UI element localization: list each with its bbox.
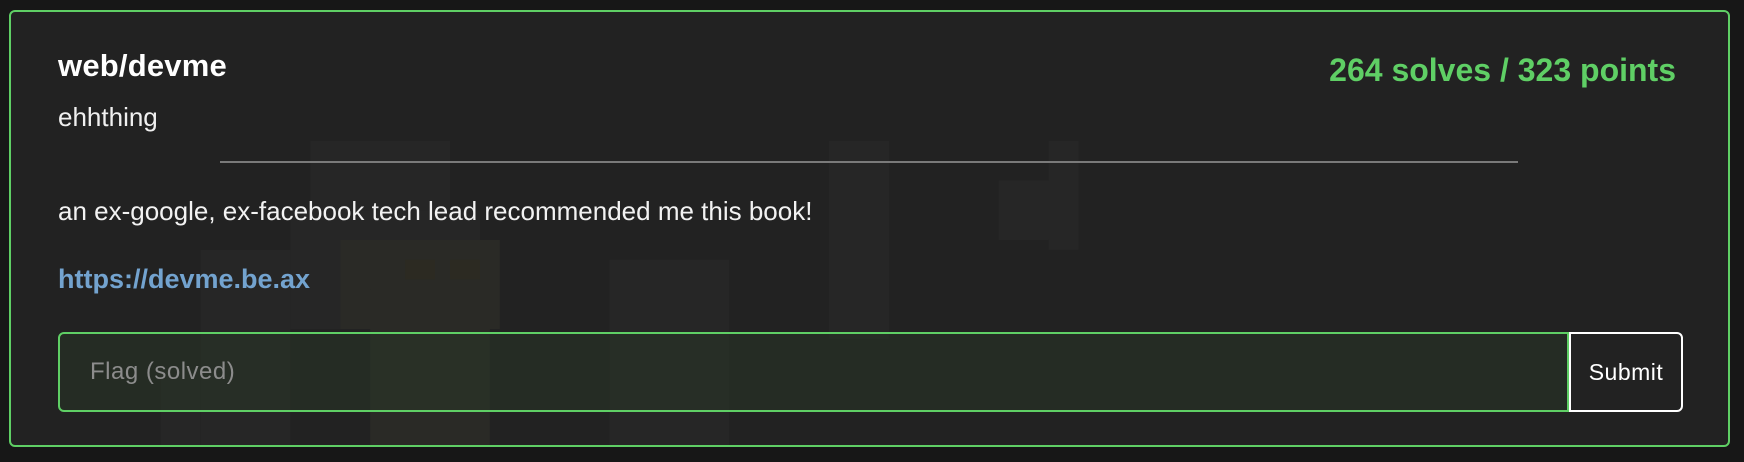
flag-form: Submit — [58, 332, 1683, 412]
submit-button[interactable]: Submit — [1569, 332, 1683, 412]
challenge-score: 264 solves / 323 points — [1329, 52, 1676, 88]
flag-input[interactable] — [58, 332, 1569, 412]
challenge-author: ehhthing — [58, 102, 158, 132]
challenge-title: web/devme — [58, 48, 227, 83]
challenge-card: web/devme ehhthing 264 solves / 323 poin… — [9, 10, 1730, 447]
divider — [220, 161, 1518, 163]
challenge-link[interactable]: https://devme.be.ax — [58, 264, 310, 295]
challenge-description: an ex-google, ex-facebook tech lead reco… — [58, 196, 813, 226]
